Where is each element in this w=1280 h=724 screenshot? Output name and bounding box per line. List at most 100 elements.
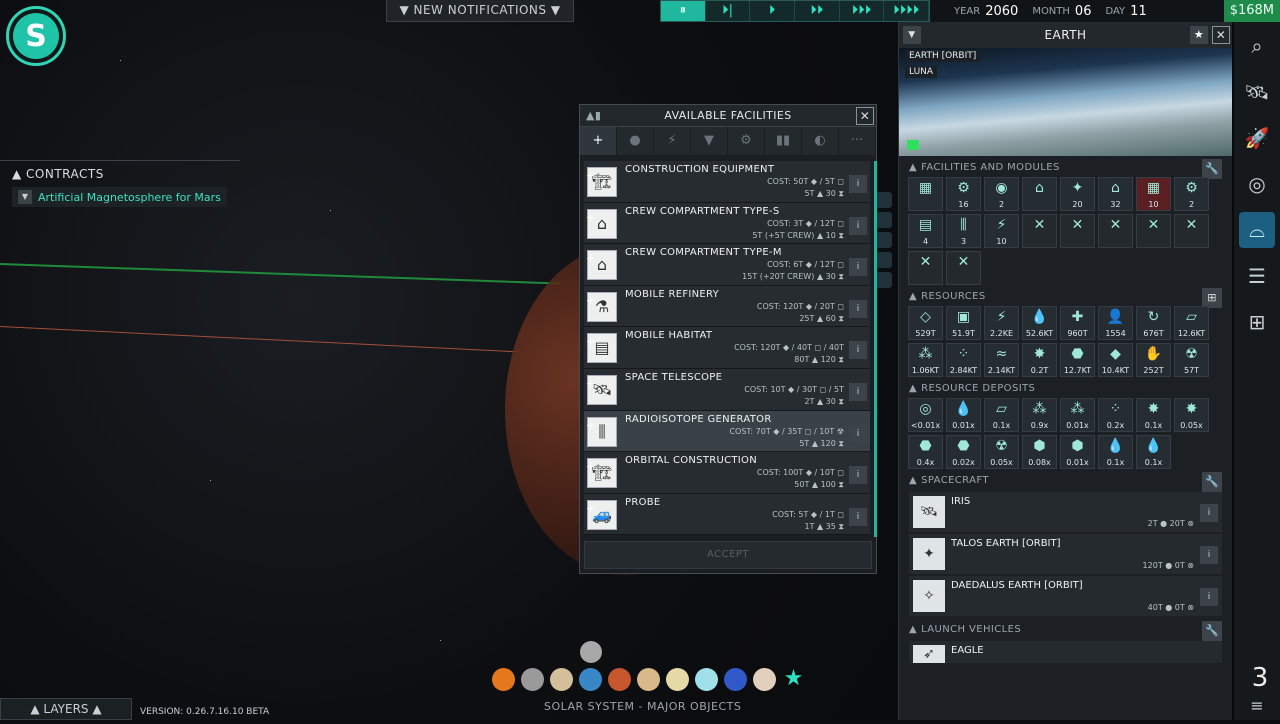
facility-tile[interactable]: ✕ — [1022, 214, 1057, 248]
spacecraft-section-header[interactable]: ▲ SPACECRAFT 🔧 — [899, 469, 1232, 492]
resource-tile[interactable]: ✸ 0.2T — [1022, 343, 1057, 377]
uranus-icon[interactable] — [695, 668, 718, 691]
facility-row[interactable]: + 🏗 CONSTRUCTION EQUIPMENT COST: 50T ◆ / 5T… — [584, 161, 870, 203]
mercury-icon[interactable] — [521, 668, 544, 691]
facility-tile[interactable]: ▤ 4 — [908, 214, 943, 248]
list-icon[interactable]: ☰ — [1239, 258, 1275, 294]
ex-icon[interactable] — [876, 212, 892, 228]
earth-view[interactable]: EARTH [ORBIT] LUNA — [899, 48, 1232, 156]
facility-tile[interactable]: ⚙ 16 — [946, 177, 981, 211]
layers-button[interactable]: ▲ LAYERS ▲ — [0, 698, 132, 720]
deposit-tile[interactable]: ⁂ 0.01x — [1060, 398, 1095, 432]
resource-tile[interactable]: ⬣ 12.7KT — [1060, 343, 1095, 377]
wrench-icon[interactable]: 🔧 — [1202, 621, 1222, 641]
resource-tile[interactable]: ▱ 12.6KT — [1174, 306, 1209, 340]
facility-tile[interactable]: ✕ — [908, 251, 943, 285]
location-tag[interactable]: LUNA — [905, 66, 938, 78]
resource-tile[interactable]: 💧 52.6KT — [1022, 306, 1057, 340]
info-button[interactable]: i — [849, 341, 867, 360]
tab-storage[interactable]: ▮▮ — [765, 127, 802, 155]
pause-button[interactable]: ⏸ — [661, 1, 706, 21]
finance-icon[interactable]: ⊞ — [1239, 304, 1275, 340]
facility-row[interactable]: + ⫼ RADIOISOTOPE GENERATOR COST: 70T ◆ / 35… — [584, 410, 870, 453]
tab-power[interactable]: ⚡ — [654, 127, 691, 155]
info-button[interactable]: i — [849, 424, 867, 443]
resource-tile[interactable]: ☢ 57T — [1174, 343, 1209, 377]
storage-icon[interactable]: ⊞ — [1202, 288, 1222, 308]
deposit-tile[interactable]: ✸ 0.1x — [1136, 398, 1171, 432]
info-button[interactable]: i — [849, 216, 867, 235]
tab-mining[interactable]: ▼ — [691, 127, 728, 155]
spacecraft-row[interactable]: 🛰 IRIS 2T ● 20T ⊗ i — [909, 492, 1222, 532]
earth-icon[interactable] — [579, 668, 602, 691]
resource-tile[interactable]: ✚ 960T — [1060, 306, 1095, 340]
facility-row[interactable]: + 🛰 SPACE TELESCOPE COST: 10T ◆ / 30T ◻ / 5… — [584, 368, 870, 411]
globe-icon[interactable] — [876, 192, 892, 208]
planet-icon[interactable] — [876, 232, 892, 248]
facility-tile[interactable]: ✕ — [1060, 214, 1095, 248]
rocket-icon[interactable]: 🚀 — [1239, 120, 1275, 156]
facility-tile[interactable]: ✕ — [1098, 214, 1133, 248]
deposit-tile[interactable]: ☢ 0.05x — [984, 435, 1019, 469]
deposit-tile[interactable]: ⁂ 0.9x — [1022, 398, 1057, 432]
facility-tile[interactable]: ▦ — [908, 177, 943, 211]
spacecraft-row[interactable]: ✧ DAEDALUS EARTH [ORBIT] 40T ● 0T ⊗ i — [909, 576, 1222, 616]
launch-vehicles-section-header[interactable]: ▲ LAUNCH VEHICLES 🔧 — [899, 618, 1232, 641]
deposits-section-header[interactable]: ▲ RESOURCE DEPOSITS — [899, 377, 1232, 398]
notifications-toggle[interactable]: ▼ NEW NOTIFICATIONS ▼ — [386, 0, 574, 22]
neptune-icon[interactable] — [724, 668, 747, 691]
star-icon[interactable]: ★ — [782, 668, 805, 691]
deposit-tile[interactable]: 💧 0.01x — [946, 398, 981, 432]
venus-icon[interactable] — [550, 668, 573, 691]
deposit-tile[interactable]: ⬣ 0.02x — [946, 435, 981, 469]
moon-object[interactable] — [580, 641, 602, 663]
info-button[interactable]: i — [849, 382, 867, 401]
chevron-down-icon[interactable]: ▼ — [903, 26, 921, 44]
facility-tile[interactable]: ▦ 10 — [1136, 177, 1171, 211]
deposit-tile[interactable]: ⬢ 0.01x — [1060, 435, 1095, 469]
facility-tile[interactable]: ⚙ 2 — [1174, 177, 1209, 211]
camera-icon[interactable] — [907, 140, 919, 150]
location-tag[interactable]: EARTH [ORBIT] — [905, 50, 981, 62]
facility-row[interactable]: + 🏗 ORBITAL CONSTRUCTION COST: 100T ◆ / 10T… — [584, 452, 870, 494]
resource-tile[interactable]: ⁘ 2.84KT — [946, 343, 981, 377]
facility-tile[interactable]: ⚡ 10 — [984, 214, 1019, 248]
facility-tile[interactable]: ◉ 2 — [984, 177, 1019, 211]
sun-icon[interactable] — [492, 668, 515, 691]
deposit-tile[interactable]: ▱ 0.1x — [984, 398, 1019, 432]
resource-tile[interactable]: ≈2.14KT — [984, 343, 1019, 377]
accept-button[interactable]: ACCEPT — [584, 541, 872, 569]
facility-list[interactable]: + 🏗 CONSTRUCTION EQUIPMENT COST: 50T ◆ / 5T… — [584, 161, 870, 537]
deposit-tile[interactable]: ⬣ 0.4x — [908, 435, 943, 469]
search-icon[interactable]: ⌕ — [1239, 28, 1275, 64]
resource-tile[interactable]: ▣ 51.9T — [946, 306, 981, 340]
tab-science[interactable]: ◐ — [802, 127, 839, 155]
info-button[interactable]: i — [1200, 504, 1218, 522]
list-scrollbar[interactable] — [874, 161, 877, 537]
orbit-icon[interactable]: ◎ — [1239, 166, 1275, 202]
wrench-icon[interactable]: 🔧 — [1202, 472, 1222, 492]
facility-tile[interactable]: ⌂ — [1022, 177, 1057, 211]
step-button[interactable]: ⏵| — [706, 1, 751, 21]
resource-tile[interactable]: ✋ 252T — [1136, 343, 1171, 377]
facility-row[interactable]: + ⚗ MOBILE REFINERY COST: 120T ◆ / 20T ◻ 25T… — [584, 285, 870, 328]
vehicle-row[interactable]: ➶ EAGLE — [909, 641, 1222, 663]
resource-tile[interactable]: ◇ 529T — [908, 306, 943, 340]
mars-icon[interactable] — [608, 668, 631, 691]
facility-tile[interactable]: ⫼ 3 — [946, 214, 981, 248]
contracts-header[interactable]: ▲ CONTRACTS — [0, 160, 240, 187]
tab-industry[interactable]: ⚙ — [728, 127, 765, 155]
speed-4-button[interactable]: ⏵⏵⏵⏵ — [884, 1, 930, 21]
flag-icon[interactable] — [876, 252, 892, 268]
spacecraft-row[interactable]: ✦ TALOS EARTH [ORBIT] 120T ● 0T ⊗ i — [909, 534, 1222, 574]
deposit-tile[interactable]: ✸ 0.05x — [1174, 398, 1209, 432]
facility-tile[interactable]: ✕ — [1174, 214, 1209, 248]
pluto-icon[interactable] — [753, 668, 776, 691]
tab-more[interactable]: ··· — [839, 127, 876, 155]
info-button[interactable]: i — [849, 507, 867, 526]
info-button[interactable]: i — [1200, 588, 1218, 606]
facility-tile[interactable]: ⌂ 32 — [1098, 177, 1133, 211]
resource-tile[interactable]: ◆ 10.4KT — [1098, 343, 1133, 377]
resource-tile[interactable]: ⚡ 2.2KE — [984, 306, 1019, 340]
menu-logo-button[interactable]: S — [6, 6, 66, 66]
